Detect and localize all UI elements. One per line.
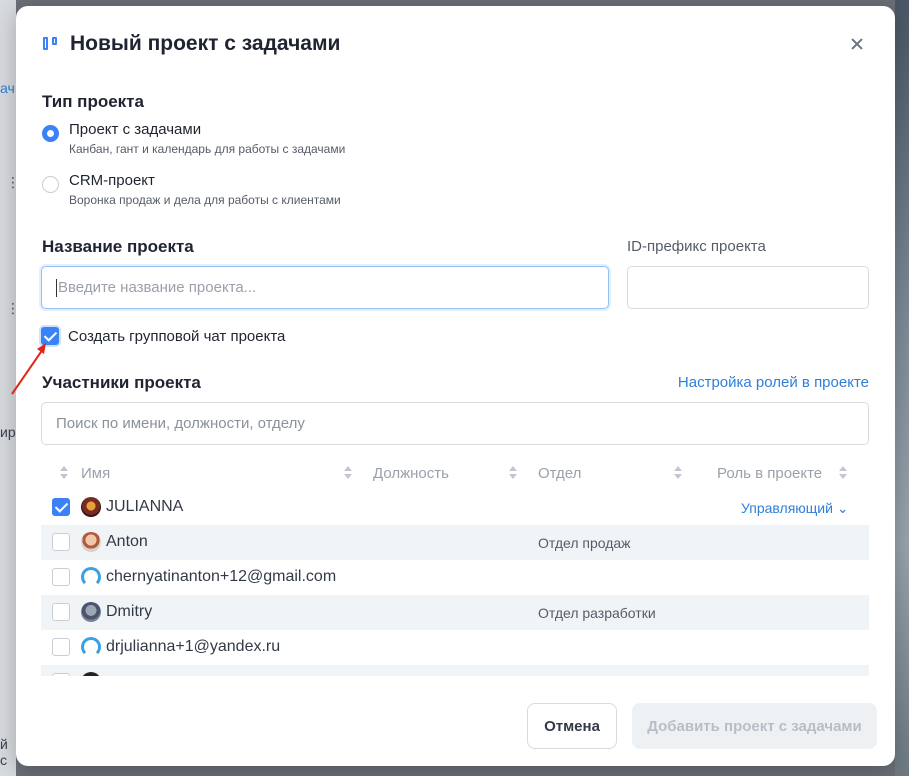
- sort-icon[interactable]: [674, 466, 682, 480]
- avatar: [81, 497, 101, 517]
- background-text: ир: [0, 424, 16, 440]
- radio-selected-icon[interactable]: [42, 125, 59, 142]
- member-name: drjulianna+1@yandex.ru: [106, 638, 281, 655]
- row-checkbox[interactable]: [52, 568, 70, 586]
- new-project-dialog: Новый проект с задачами Тип проекта Прое…: [16, 6, 895, 766]
- members-label: Участники проекта: [42, 373, 201, 392]
- radio-task-project[interactable]: Проект с задачами Канбан, гант и календа…: [42, 121, 345, 156]
- project-type-label: Тип проекта: [42, 92, 144, 111]
- cancel-button[interactable]: Отмена: [527, 703, 617, 749]
- roles-settings-link[interactable]: Настройка ролей в проекте: [678, 374, 869, 391]
- member-department: Отдел разработки: [538, 605, 656, 621]
- background-text: ач: [0, 80, 15, 96]
- column-position[interactable]: Должность: [373, 465, 449, 482]
- member-name: chernyatinanton+12@gmail.com: [106, 568, 337, 585]
- table-row[interactable]: Anton Отдел продаж: [41, 525, 869, 560]
- sort-icon[interactable]: [60, 466, 68, 480]
- member-department: Отдел продаж: [538, 535, 631, 551]
- sort-icon[interactable]: [509, 466, 517, 480]
- row-checkbox[interactable]: [52, 533, 70, 551]
- members-search-input[interactable]: Поиск по имени, должности, отделу: [41, 402, 869, 445]
- avatar: [81, 672, 101, 676]
- member-name: JULIANNA: [106, 498, 184, 515]
- chevron-down-icon: ⌄: [836, 500, 849, 516]
- add-project-button[interactable]: Добавить проект с задачами: [632, 703, 877, 749]
- close-icon[interactable]: [849, 36, 865, 52]
- sort-icon[interactable]: [344, 466, 352, 480]
- member-name: Anton: [106, 533, 148, 550]
- row-checkbox[interactable]: [52, 673, 70, 676]
- table-row[interactable]: Dmitry Отдел разработки: [41, 595, 869, 630]
- background-text: й с: [0, 736, 8, 768]
- table-row[interactable]: [41, 665, 869, 676]
- column-name[interactable]: Имя: [81, 465, 110, 482]
- project-name-placeholder: Введите название проекта...: [58, 279, 257, 296]
- dialog-header: Новый проект с задачами: [42, 32, 340, 56]
- table-row[interactable]: JULIANNA Управляющий ⌄: [41, 490, 869, 525]
- table-row[interactable]: chernyatinanton+12@gmail.com: [41, 560, 869, 595]
- role-dropdown[interactable]: Управляющий ⌄: [741, 500, 849, 517]
- radio-title: Проект с задачами: [69, 121, 202, 138]
- user-placeholder-icon: [81, 637, 101, 657]
- kanban-icon: [42, 35, 60, 53]
- sort-icon[interactable]: [839, 466, 847, 480]
- members-table-body: JULIANNA Управляющий ⌄ Anton Отдел прода…: [41, 490, 869, 676]
- radio-unselected-icon[interactable]: [42, 176, 59, 193]
- project-name-input[interactable]: Введите название проекта...: [41, 266, 609, 309]
- group-chat-label: Создать групповой чат проекта: [68, 327, 286, 345]
- column-department[interactable]: Отдел: [538, 465, 581, 482]
- search-placeholder: Поиск по имени, должности, отделу: [56, 415, 305, 432]
- row-checkbox[interactable]: [52, 498, 70, 516]
- row-checkbox[interactable]: [52, 603, 70, 621]
- radio-description: Канбан, гант и календарь для работы с за…: [69, 142, 346, 156]
- table-row[interactable]: drjulianna+1@yandex.ru: [41, 630, 869, 665]
- radio-crm-project[interactable]: CRM-проект Воронка продаж и дела для раб…: [42, 172, 341, 207]
- project-name-label: Название проекта: [42, 237, 194, 256]
- avatar: [81, 602, 101, 622]
- members-table-header: Имя Должность Отдел Роль в проекте: [41, 462, 869, 486]
- member-name: Dmitry: [106, 603, 153, 620]
- radio-title: CRM-проект: [69, 172, 155, 189]
- background-wallpaper: [895, 0, 909, 776]
- group-chat-checkbox[interactable]: Создать групповой чат проекта: [41, 327, 285, 345]
- avatar: [81, 532, 101, 552]
- radio-description: Воронка продаж и дела для работы с клиен…: [69, 193, 341, 207]
- user-placeholder-icon: [81, 567, 101, 587]
- id-prefix-input[interactable]: [627, 266, 869, 309]
- dialog-title: Новый проект с задачами: [70, 32, 341, 55]
- id-prefix-label: ID-префикс проекта: [627, 238, 766, 255]
- row-checkbox[interactable]: [52, 638, 70, 656]
- annotation-arrow-icon: [11, 343, 46, 395]
- column-role[interactable]: Роль в проекте: [717, 465, 822, 482]
